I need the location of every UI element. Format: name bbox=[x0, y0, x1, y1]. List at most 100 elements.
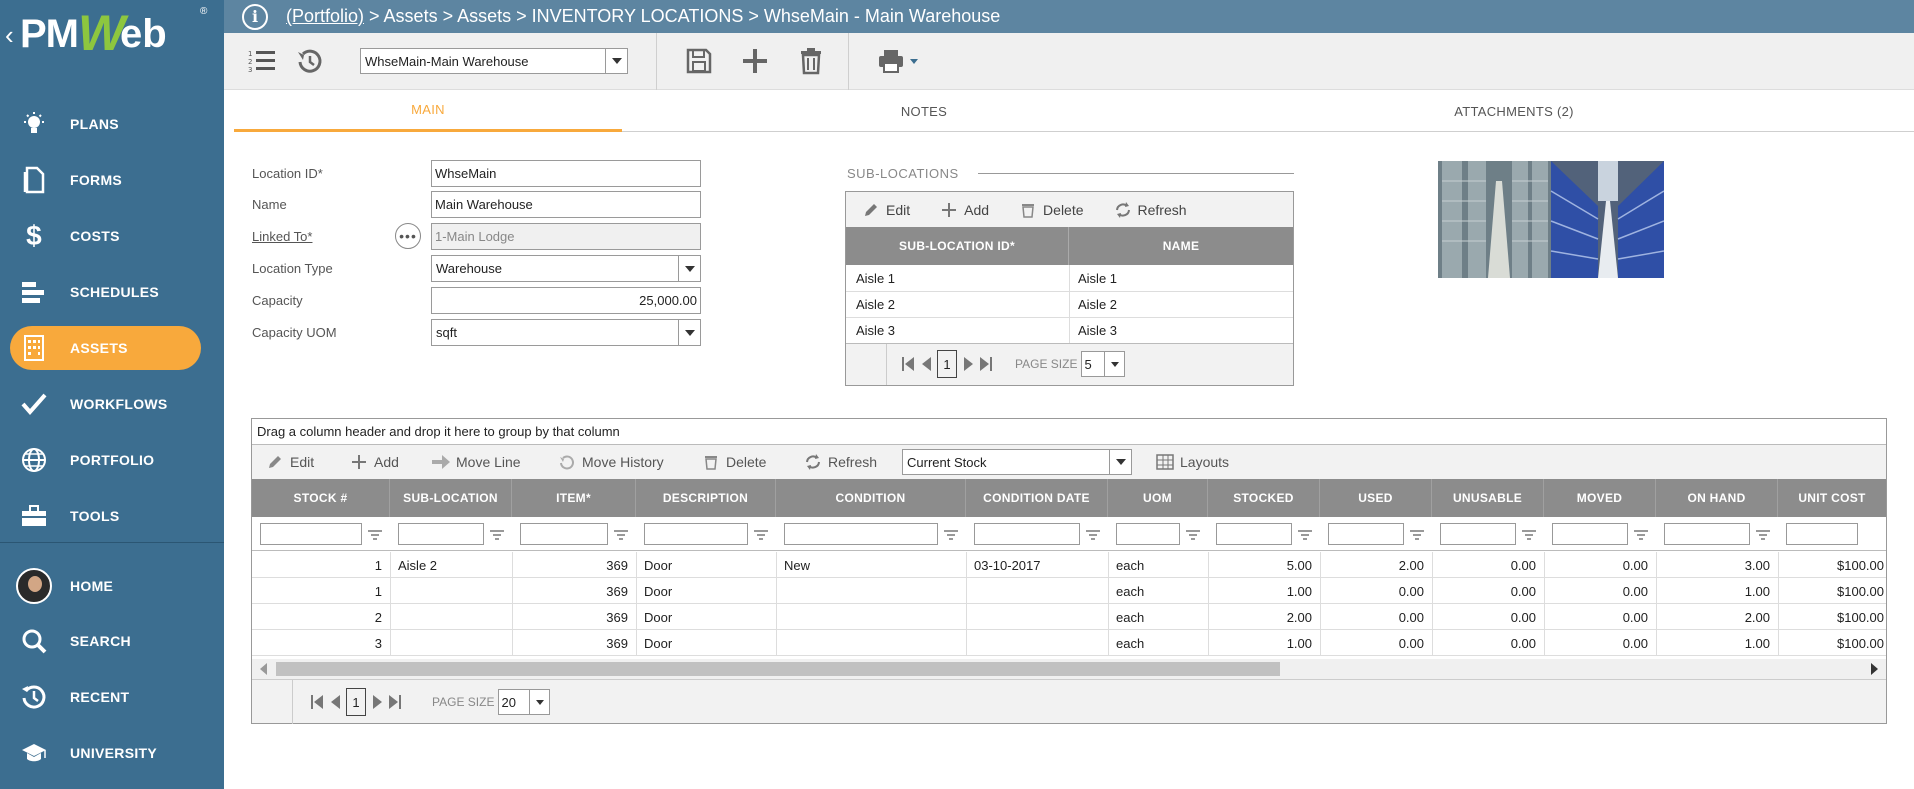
location-id-field[interactable]: WhseMain bbox=[431, 160, 701, 187]
column-header[interactable]: MOVED bbox=[1544, 479, 1656, 517]
column-filter-input[interactable] bbox=[1552, 523, 1628, 545]
table-cell[interactable]: each bbox=[1116, 578, 1200, 604]
prev-page-icon[interactable] bbox=[919, 356, 933, 372]
sidebar-item-tools[interactable]: TOOLS bbox=[10, 494, 201, 538]
column-header[interactable]: STOCKED bbox=[1208, 479, 1320, 517]
table-cell[interactable]: 0.00 bbox=[1552, 552, 1648, 578]
column-filter-input[interactable] bbox=[974, 523, 1080, 545]
info-icon[interactable]: i bbox=[242, 3, 268, 30]
column-header[interactable]: SUB-LOCATION ID* bbox=[846, 227, 1069, 265]
sublocation-id-cell[interactable]: Aisle 1 bbox=[856, 265, 1066, 291]
table-cell[interactable] bbox=[398, 604, 504, 630]
column-header[interactable]: SUB-LOCATION bbox=[390, 479, 512, 517]
table-cell[interactable]: 0.00 bbox=[1552, 578, 1648, 604]
table-cell[interactable]: 1.00 bbox=[1664, 630, 1770, 656]
filter-icon[interactable] bbox=[1522, 529, 1536, 541]
table-cell[interactable]: 03-10-2017 bbox=[974, 552, 1100, 578]
table-cell[interactable]: 369 bbox=[520, 552, 628, 578]
filter-icon[interactable] bbox=[490, 529, 504, 541]
filter-icon[interactable] bbox=[368, 529, 382, 541]
layouts-button[interactable]: Layouts bbox=[1156, 453, 1229, 471]
stock-refresh-button[interactable]: Refresh bbox=[804, 453, 877, 471]
table-cell[interactable]: each bbox=[1116, 630, 1200, 656]
table-cell[interactable]: 0.00 bbox=[1328, 630, 1424, 656]
table-cell[interactable]: 0.00 bbox=[1552, 604, 1648, 630]
last-page-icon[interactable] bbox=[979, 356, 993, 372]
horizontal-scrollbar[interactable] bbox=[252, 659, 1886, 679]
filter-icon[interactable] bbox=[944, 529, 958, 541]
column-header[interactable]: NAME bbox=[1069, 227, 1293, 265]
sidebar-item-home[interactable]: HOME bbox=[10, 564, 201, 608]
stock-view-select[interactable]: Current Stock bbox=[902, 449, 1132, 475]
filter-icon[interactable] bbox=[1756, 529, 1770, 541]
table-cell[interactable]: $100.00 bbox=[1786, 604, 1884, 630]
table-cell[interactable]: 0.00 bbox=[1328, 578, 1424, 604]
column-filter-input[interactable] bbox=[1440, 523, 1516, 545]
column-filter-input[interactable] bbox=[1116, 523, 1180, 545]
tab-notes[interactable]: NOTES bbox=[834, 90, 1014, 132]
table-cell[interactable]: 2.00 bbox=[1664, 604, 1770, 630]
table-cell[interactable]: Door bbox=[644, 604, 768, 630]
prev-page-icon[interactable] bbox=[328, 694, 342, 710]
column-header[interactable]: ON HAND bbox=[1656, 479, 1778, 517]
table-cell[interactable]: 3.00 bbox=[1664, 552, 1770, 578]
table-cell[interactable] bbox=[398, 630, 504, 656]
tab-main[interactable]: MAIN bbox=[234, 90, 622, 132]
column-filter-input[interactable] bbox=[644, 523, 748, 545]
page-size-select[interactable]: 5 bbox=[1081, 351, 1126, 377]
table-cell[interactable]: Door bbox=[644, 552, 768, 578]
list-view-button[interactable]: 123 bbox=[246, 45, 278, 77]
table-cell[interactable]: 1 bbox=[260, 578, 382, 604]
name-field[interactable]: Main Warehouse bbox=[431, 191, 701, 218]
sub-add-button[interactable]: Add bbox=[940, 201, 989, 219]
table-cell[interactable]: 0.00 bbox=[1440, 604, 1536, 630]
history-button[interactable] bbox=[294, 45, 326, 77]
pmweb-logo[interactable]: ‹ PM Web ® bbox=[0, 0, 224, 68]
column-header[interactable]: DESCRIPTION bbox=[636, 479, 776, 517]
sublocation-name-cell[interactable]: Aisle 3 bbox=[1078, 317, 1288, 343]
column-header[interactable]: ITEM* bbox=[512, 479, 636, 517]
save-button[interactable] bbox=[683, 45, 715, 77]
delete-button[interactable] bbox=[795, 45, 827, 77]
table-cell[interactable] bbox=[398, 578, 504, 604]
column-filter-input[interactable] bbox=[260, 523, 362, 545]
sidebar-item-schedules[interactable]: SCHEDULES bbox=[10, 270, 201, 314]
move-history-button[interactable]: Move History bbox=[558, 453, 664, 471]
scroll-left-icon[interactable] bbox=[260, 663, 267, 675]
column-filter-input[interactable] bbox=[398, 523, 484, 545]
column-header[interactable]: USED bbox=[1320, 479, 1432, 517]
column-header[interactable]: CONDITION bbox=[776, 479, 966, 517]
add-button[interactable] bbox=[739, 45, 771, 77]
column-header[interactable]: STOCK # bbox=[252, 479, 390, 517]
filter-icon[interactable] bbox=[1086, 529, 1100, 541]
move-line-button[interactable]: Move Line bbox=[432, 453, 521, 471]
group-by-drop-zone[interactable]: Drag a column header and drop it here to… bbox=[252, 419, 1886, 445]
stock-edit-button[interactable]: Edit bbox=[266, 453, 314, 471]
table-cell[interactable] bbox=[974, 630, 1100, 656]
back-chevron-icon[interactable]: ‹ bbox=[5, 20, 14, 51]
current-page[interactable]: 1 bbox=[346, 688, 366, 716]
table-cell[interactable]: 0.00 bbox=[1440, 630, 1536, 656]
table-cell[interactable]: Aisle 2 bbox=[398, 552, 504, 578]
first-page-icon[interactable] bbox=[901, 356, 915, 372]
table-cell[interactable] bbox=[784, 630, 958, 656]
sidebar-item-search[interactable]: SEARCH bbox=[10, 619, 201, 663]
table-cell[interactable]: 0.00 bbox=[1328, 604, 1424, 630]
column-filter-input[interactable] bbox=[1328, 523, 1404, 545]
table-cell[interactable]: New bbox=[784, 552, 958, 578]
record-select[interactable]: WhseMain-Main Warehouse bbox=[360, 48, 628, 74]
sidebar-item-portfolio[interactable]: PORTFOLIO bbox=[10, 438, 201, 482]
table-cell[interactable]: 5.00 bbox=[1216, 552, 1312, 578]
table-cell[interactable]: 369 bbox=[520, 630, 628, 656]
scrollbar-thumb[interactable] bbox=[276, 662, 1280, 676]
column-header[interactable]: UNIT COST bbox=[1778, 479, 1886, 517]
sidebar-item-workflows[interactable]: WORKFLOWS bbox=[10, 382, 201, 426]
sub-delete-button[interactable]: Delete bbox=[1019, 201, 1084, 219]
filter-icon[interactable] bbox=[1298, 529, 1312, 541]
next-page-icon[interactable] bbox=[961, 356, 975, 372]
breadcrumb-portfolio-link[interactable]: (Portfolio) bbox=[286, 6, 364, 26]
column-header[interactable]: CONDITION DATE bbox=[966, 479, 1108, 517]
table-cell[interactable]: $100.00 bbox=[1786, 552, 1884, 578]
column-filter-input[interactable] bbox=[520, 523, 608, 545]
table-cell[interactable]: 0.00 bbox=[1440, 552, 1536, 578]
